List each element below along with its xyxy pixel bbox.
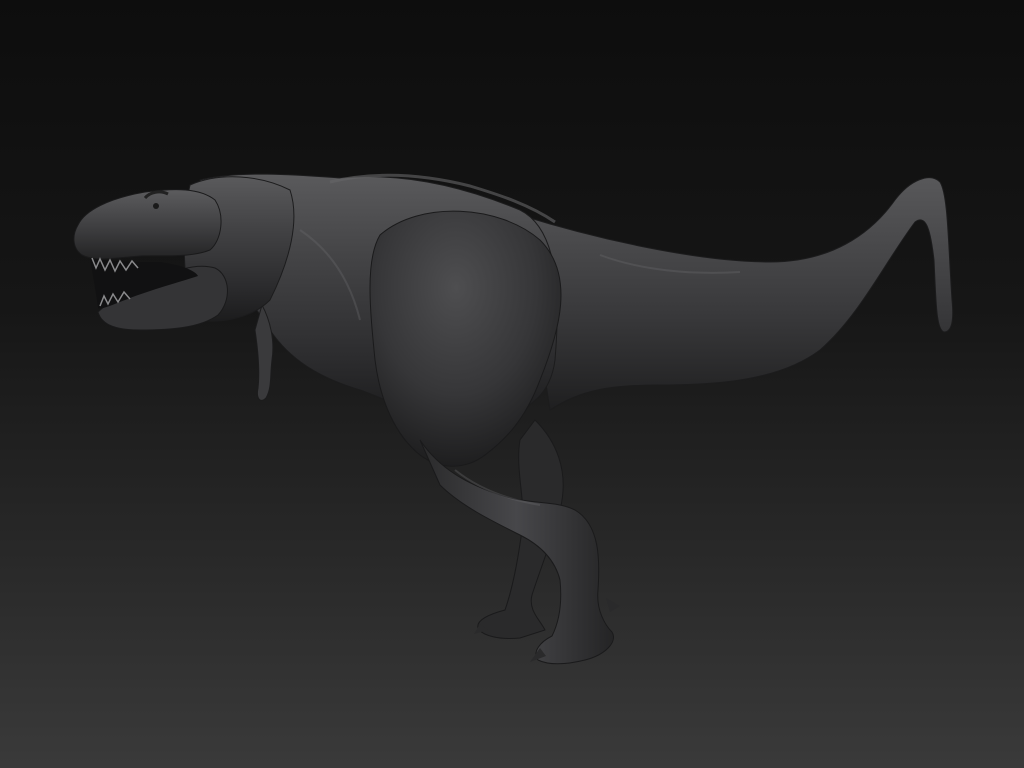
render-viewport xyxy=(0,0,1024,768)
dinosaur-render xyxy=(73,173,954,665)
tail xyxy=(519,177,954,411)
